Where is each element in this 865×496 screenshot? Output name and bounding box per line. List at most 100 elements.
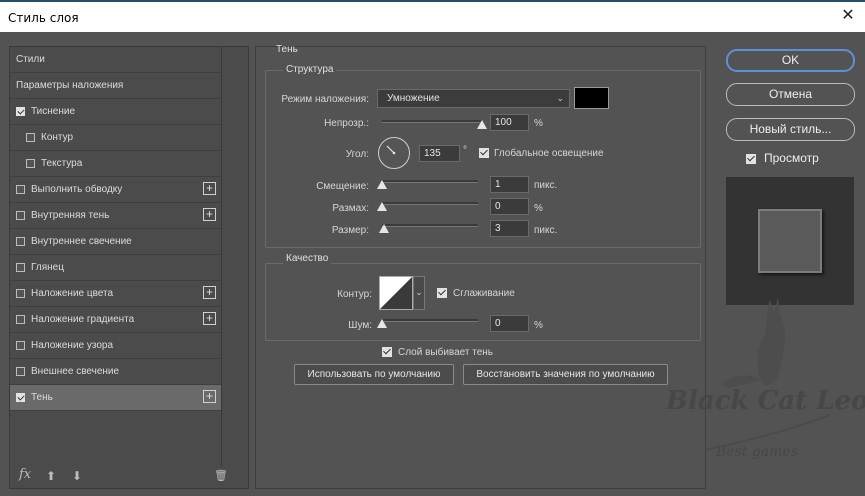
style-row[interactable]: Стили <box>10 47 221 73</box>
chevron-down-icon: ⌄ <box>556 93 564 103</box>
style-row[interactable]: Контур <box>10 125 221 151</box>
style-row[interactable]: Внутренняя тень + <box>10 203 221 229</box>
spread-unit: % <box>534 203 543 214</box>
title-bar: Стиль слоя ✕ <box>0 2 865 32</box>
style-row[interactable]: Выполнить обводку + <box>10 177 221 203</box>
style-row-label: Внутреннее свечение <box>31 236 132 247</box>
style-row[interactable]: Наложение градиента + <box>10 307 221 333</box>
noise-input[interactable]: 0 <box>490 315 529 332</box>
style-row-label: Глянец <box>31 262 64 273</box>
close-icon[interactable]: ✕ <box>839 7 857 25</box>
quality-title: Качество <box>283 253 332 264</box>
style-checkbox[interactable] <box>16 211 25 220</box>
move-up-icon[interactable]: ⬆ <box>46 469 56 483</box>
angle-dial[interactable] <box>378 137 410 169</box>
add-effect-plus-icon[interactable]: + <box>203 390 216 403</box>
style-checkbox[interactable] <box>16 393 25 402</box>
knockout-label: Слой выбивает тень <box>398 347 494 358</box>
style-row-label: Стили <box>16 54 45 65</box>
style-row[interactable]: Внутреннее свечение <box>10 229 221 255</box>
make-default-button[interactable]: Использовать по умолчанию <box>294 364 454 385</box>
distance-unit: пикс. <box>534 180 558 191</box>
style-row-label: Наложение цвета <box>31 288 114 299</box>
style-row[interactable]: Параметры наложения <box>10 73 221 99</box>
reset-default-button[interactable]: Восстановить значения по умолчанию <box>463 364 668 385</box>
cancel-button[interactable]: Отмена <box>726 83 855 106</box>
global-light-label: Глобальное освещение <box>494 148 604 159</box>
style-checkbox[interactable] <box>16 237 25 246</box>
global-light-checkbox[interactable] <box>479 148 489 158</box>
spread-slider-thumb[interactable] <box>377 202 387 211</box>
size-label: Размер: <box>331 225 369 236</box>
style-row-label: Тиснение <box>31 106 76 117</box>
angle-input[interactable]: 135 <box>419 145 460 162</box>
shadow-settings-panel: Тень Структура Режим наложения: Умножени… <box>255 44 706 489</box>
style-row[interactable]: Тень + <box>10 385 221 411</box>
style-row[interactable]: Наложение цвета + <box>10 281 221 307</box>
noise-unit: % <box>534 320 543 331</box>
style-row-label: Наложение градиента <box>31 314 135 325</box>
style-row-label: Тень <box>31 392 53 403</box>
style-checkbox[interactable] <box>16 289 25 298</box>
style-row-label: Внешнее свечение <box>31 366 120 377</box>
angle-dial-needle <box>386 145 396 155</box>
noise-label: Шум: <box>348 320 372 331</box>
style-row[interactable]: Тиснение <box>10 99 221 125</box>
style-row[interactable]: Наложение узора <box>10 333 221 359</box>
fx-icon[interactable]: fx <box>19 467 31 482</box>
new-style-button[interactable]: Новый стиль... <box>726 118 855 141</box>
preview-checkbox[interactable] <box>746 154 756 164</box>
style-checkbox[interactable] <box>16 315 25 324</box>
style-checkbox[interactable] <box>16 263 25 272</box>
add-effect-plus-icon[interactable]: + <box>203 286 216 299</box>
ok-button[interactable]: OK <box>726 49 855 72</box>
opacity-input[interactable]: 100 <box>490 114 529 131</box>
distance-slider-thumb[interactable] <box>377 180 387 189</box>
style-checkbox[interactable] <box>26 133 35 142</box>
add-effect-plus-icon[interactable]: + <box>203 182 216 195</box>
spread-label: Размах: <box>332 203 369 214</box>
preview-label: Просмотр <box>764 151 819 165</box>
blend-mode-select[interactable]: Умножение ⌄ <box>377 89 570 108</box>
style-row[interactable]: Текстура <box>10 151 221 177</box>
add-effect-plus-icon[interactable]: + <box>203 312 216 325</box>
opacity-label: Непрозр.: <box>324 118 369 129</box>
distance-input[interactable]: 1 <box>490 176 529 193</box>
antialias-checkbox[interactable] <box>437 288 447 298</box>
size-unit: пикс. <box>534 225 558 236</box>
preview-swatch <box>758 209 822 273</box>
move-down-icon[interactable]: ⬇ <box>72 469 82 483</box>
size-slider-thumb[interactable] <box>378 224 389 233</box>
style-row[interactable]: Глянец <box>10 255 221 281</box>
add-effect-plus-icon[interactable]: + <box>203 208 216 221</box>
noise-slider-thumb[interactable] <box>377 319 387 328</box>
shadow-color-swatch[interactable] <box>574 87 609 109</box>
knockout-checkbox[interactable] <box>382 347 392 357</box>
styles-footer: fx ⬆ ⬇ 🗑 <box>10 467 248 489</box>
trash-icon[interactable]: 🗑 <box>214 469 228 482</box>
blend-mode-label: Режим наложения: <box>281 94 369 105</box>
opacity-slider-thumb[interactable] <box>477 120 487 129</box>
contour-dropdown-chevron-icon[interactable]: ⌄ <box>413 276 425 310</box>
style-checkbox[interactable] <box>16 341 25 350</box>
size-slider[interactable] <box>382 224 478 227</box>
angle-unit: ° <box>463 145 467 156</box>
size-input[interactable]: 3 <box>490 220 529 237</box>
watermark-logo: Black Cat Leo Best games <box>660 290 865 480</box>
style-checkbox[interactable] <box>26 159 35 168</box>
style-row[interactable]: Внешнее свечение <box>10 359 221 385</box>
style-checkbox[interactable] <box>16 107 25 116</box>
spread-input[interactable]: 0 <box>490 198 529 215</box>
contour-preview[interactable] <box>379 276 413 310</box>
distance-slider[interactable] <box>382 180 478 183</box>
panel-divider <box>221 47 222 467</box>
style-checkbox[interactable] <box>16 185 25 194</box>
section-title: Тень <box>276 44 298 55</box>
distance-label: Смещение: <box>316 181 369 192</box>
spread-slider[interactable] <box>382 202 478 205</box>
structure-title: Структура <box>283 64 337 75</box>
noise-slider[interactable] <box>382 319 478 322</box>
opacity-slider[interactable] <box>382 120 482 123</box>
antialias-label: Сглаживание <box>453 288 515 299</box>
style-checkbox[interactable] <box>16 367 25 376</box>
